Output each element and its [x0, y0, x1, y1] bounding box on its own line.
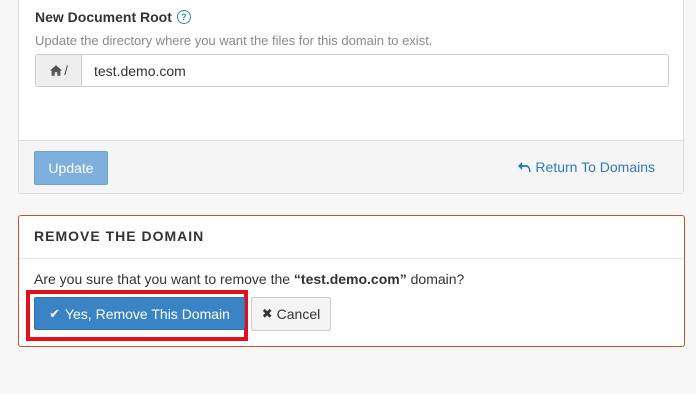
document-root-label: New Document Root — [35, 9, 172, 25]
remove-domain-heading: REMOVE THE DOMAIN — [34, 228, 205, 244]
document-root-label-row: New Document Root ? — [35, 9, 191, 25]
document-root-input-group: / — [35, 54, 669, 87]
question-circle-icon[interactable]: ? — [176, 10, 191, 24]
prefix-slash: / — [64, 63, 68, 78]
times-icon: ✖ — [261, 306, 273, 321]
document-root-prefix: / — [36, 55, 82, 86]
yes-remove-domain-button[interactable]: ✔ Yes, Remove This Domain — [34, 297, 245, 330]
document-root-panel: New Document Root ? Update the directory… — [18, 0, 684, 194]
panel-footer: Update Return To Domains — [19, 140, 683, 193]
return-arrow-icon — [518, 162, 531, 172]
yes-remove-domain-label: Yes, Remove This Domain — [64, 305, 230, 322]
document-root-input[interactable] — [82, 55, 668, 86]
update-button[interactable]: Update — [34, 151, 108, 185]
check-icon: ✔ — [49, 305, 60, 321]
home-icon — [50, 65, 63, 76]
cancel-label: Cancel — [276, 306, 321, 322]
remove-domain-panel: REMOVE THE DOMAIN Are you sure that you … — [18, 215, 685, 347]
remove-confirm-text: Are you sure that you want to remove the… — [34, 271, 464, 287]
confirm-text-before: Are you sure that you want to remove the — [34, 271, 294, 287]
return-to-domains-label: Return To Domains — [535, 159, 655, 175]
confirm-domain-name: “test.demo.com” — [293, 271, 407, 287]
document-root-hint: Update the directory where you want the … — [35, 33, 433, 48]
cancel-button[interactable]: ✖ Cancel — [251, 297, 331, 331]
divider — [19, 258, 684, 259]
confirm-text-after: domain? — [406, 271, 465, 287]
return-to-domains-link[interactable]: Return To Domains — [517, 159, 655, 175]
